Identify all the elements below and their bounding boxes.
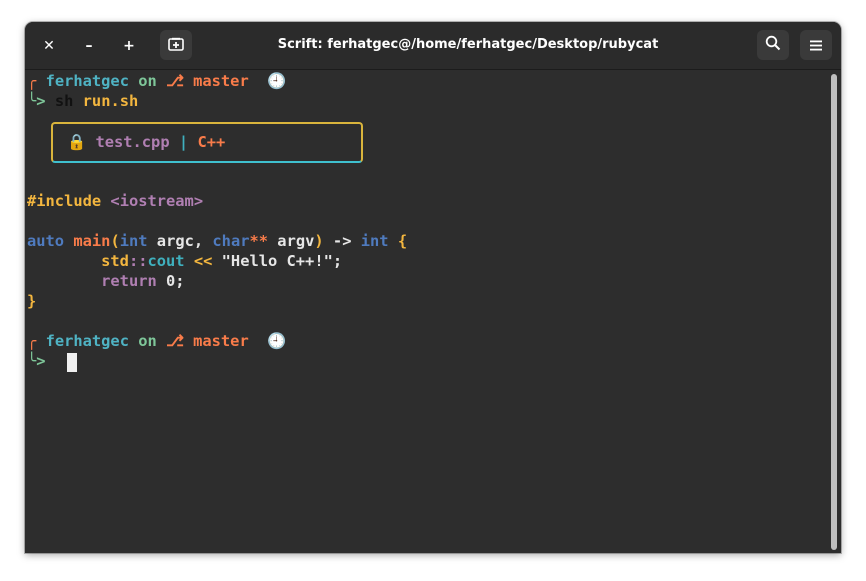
code-return-type: int: [351, 232, 389, 250]
lock-icon: 🔒: [67, 133, 87, 151]
file-header: 🔒 test.cpp | C++: [67, 132, 225, 152]
file-language: C++: [197, 133, 226, 151]
code-type-char: char: [212, 232, 250, 250]
code-lparen: (: [110, 232, 120, 250]
prompt-on: on: [138, 332, 157, 350]
input-line[interactable]: ╰>: [27, 351, 46, 371]
code-semicolon: ;: [332, 252, 343, 270]
code-kw-auto: auto: [27, 232, 65, 250]
code-param-1: argc,: [147, 232, 213, 250]
search-button[interactable]: [757, 30, 789, 60]
code-operator: <<: [184, 252, 222, 270]
hamburger-menu-icon: [810, 36, 822, 55]
code-header: <iostream>: [110, 192, 204, 210]
terminal-window: ✕ – + Scrift: ferhatgec@/home/ferhatgec/…: [25, 22, 841, 553]
code-return-value: 0;: [156, 272, 185, 290]
branch-icon: ⎇: [166, 332, 184, 350]
code-namespace: std: [101, 252, 129, 270]
prompt-corner-bottom: ╰>: [27, 92, 46, 110]
code-cout: cout: [147, 252, 185, 270]
maximize-button[interactable]: +: [117, 34, 141, 58]
file-separator: |: [178, 133, 189, 151]
prompt-branch: master: [193, 72, 249, 90]
prompt-line: ╭ ferhatgec on ⎇ master 🕘: [27, 331, 286, 351]
code-type-int: int: [119, 232, 148, 250]
code-close-brace: }: [27, 292, 37, 310]
prompt-corner-top: ╭: [27, 72, 37, 90]
prompt-corner-bottom: ╰>: [27, 352, 46, 370]
minimize-button[interactable]: –: [77, 34, 101, 58]
command-arg: run.sh: [82, 92, 139, 110]
code-scope-sep: ::: [128, 252, 148, 270]
clock-icon: 🕘: [267, 332, 287, 350]
prompt-user: ferhatgec: [45, 72, 129, 90]
terminal-output[interactable]: ╭ ferhatgec on ⎇ master 🕘 ╰> sh run.sh 🔒…: [25, 70, 829, 553]
code-line-4: return 0;: [27, 271, 185, 291]
branch-icon: ⎇: [166, 72, 184, 90]
prompt-corner-top: ╭: [27, 332, 37, 350]
code-open-brace: {: [388, 232, 408, 250]
code-line-5: }: [27, 291, 36, 311]
file-header-box: 🔒 test.cpp | C++: [51, 122, 363, 163]
file-name: test.cpp: [95, 133, 170, 151]
code-string: "Hello C++!": [221, 252, 333, 270]
code-line-1: #include <iostream>: [27, 191, 203, 211]
menu-button[interactable]: [800, 30, 832, 60]
code-param-2: argv: [268, 232, 315, 250]
vertical-scrollbar[interactable]: [831, 74, 837, 550]
code-line-3: std::cout << "Hello C++!";: [27, 251, 342, 271]
text-cursor: [67, 353, 77, 372]
code-directive: #include: [27, 192, 102, 210]
window-title: Scrift: ferhatgec@/home/ferhatgec/Deskto…: [277, 37, 659, 52]
code-line-2: auto main(int argc, char** argv) -> int …: [27, 231, 407, 251]
prompt-branch: master: [193, 332, 249, 350]
close-button[interactable]: ✕: [37, 34, 61, 58]
code-arrow: ->: [323, 232, 352, 250]
command-line: ╰> sh run.sh: [27, 91, 138, 111]
title-bar: ✕ – + Scrift: ferhatgec@/home/ferhatgec/…: [25, 22, 841, 70]
prompt-user: ferhatgec: [45, 332, 129, 350]
code-stars: **: [249, 232, 269, 250]
command-name: sh: [54, 92, 74, 110]
code-fn-name: main: [73, 232, 111, 250]
new-tab-icon: [168, 36, 184, 55]
code-rparen: ): [314, 232, 324, 250]
prompt-on: on: [138, 72, 157, 90]
prompt-line: ╭ ferhatgec on ⎇ master 🕘: [27, 71, 286, 91]
clock-icon: 🕘: [267, 72, 287, 90]
search-icon: [765, 35, 781, 55]
code-kw-return: return: [101, 272, 157, 290]
